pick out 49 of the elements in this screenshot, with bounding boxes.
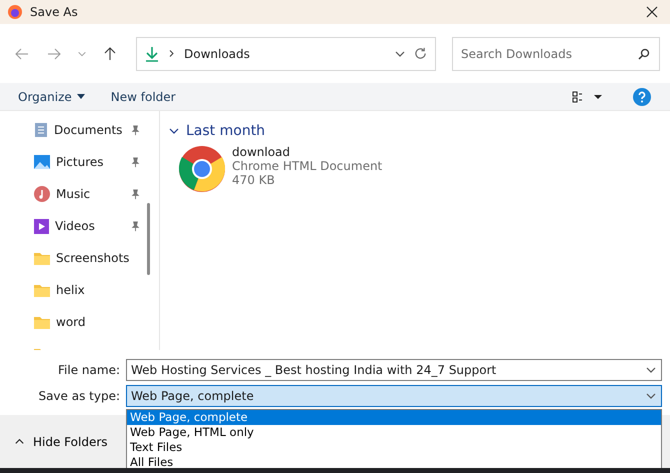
file-name-label: File name: — [57, 362, 120, 376]
sidebar-item[interactable]: Screenshots — [0, 242, 159, 274]
close-icon — [646, 6, 658, 18]
refresh-icon[interactable] — [414, 47, 427, 60]
caret-icon — [76, 94, 85, 99]
search-icon — [638, 48, 650, 60]
help-icon[interactable] — [632, 86, 652, 106]
file-name: download — [232, 145, 292, 159]
address-bar[interactable]: Downloads — [136, 36, 436, 70]
app-logo-icon — [8, 5, 22, 19]
sidebar-item[interactable]: Videos — [0, 210, 159, 242]
sidebar-item[interactable]: Pictures — [0, 146, 159, 178]
save-type-label: Save as type: — [37, 388, 120, 402]
browser-logo-icon — [178, 145, 226, 193]
document-icon — [34, 122, 48, 138]
pin-icon — [130, 156, 141, 168]
dropdown-option[interactable]: Web Page, complete — [127, 410, 661, 425]
up-arrow-icon — [103, 46, 117, 60]
file-type: Chrome HTML Document — [232, 159, 382, 173]
music-icon — [34, 186, 50, 202]
download-icon — [145, 46, 159, 62]
new-folder-button[interactable]: New folder — [110, 90, 176, 104]
address-location: Downloads — [184, 46, 251, 60]
sidebar-item[interactable]: word — [0, 306, 159, 338]
file-size: 470 KB — [232, 173, 276, 187]
pin-icon — [130, 124, 141, 136]
sidebar-item[interactable]: Music — [0, 178, 159, 210]
search-field[interactable]: Search Downloads — [452, 36, 660, 70]
hide-folders-button[interactable]: Hide Folders — [14, 434, 108, 448]
scrollbar-thumb[interactable] — [147, 203, 150, 275]
pin-icon — [130, 188, 141, 200]
left-arrow-icon — [15, 46, 29, 60]
window-title: Save As — [30, 5, 79, 19]
organize-button[interactable]: Organize — [18, 90, 85, 104]
group-header[interactable]: Last month — [168, 123, 266, 139]
right-arrow-icon — [47, 46, 61, 60]
video-icon — [34, 218, 49, 234]
picture-icon — [34, 155, 50, 169]
view-list-icon — [572, 90, 604, 102]
folder-icon — [34, 252, 50, 264]
save-type-dropdown[interactable]: Web Page, complete — [126, 384, 662, 406]
sidebar-item[interactable]: Documents — [0, 114, 159, 146]
folder-icon — [34, 316, 50, 328]
file-name-field[interactable]: Web Hosting Services _ Best hosting India with 24_7 Support — [126, 358, 662, 380]
folder-icon — [34, 284, 50, 296]
file-item[interactable]: download Chrome HTML Document 470 KB — [178, 145, 662, 193]
pin-icon — [130, 220, 141, 232]
breadcrumb-chevron-icon — [167, 49, 176, 58]
sidebar-item[interactable]: helix — [0, 274, 159, 306]
